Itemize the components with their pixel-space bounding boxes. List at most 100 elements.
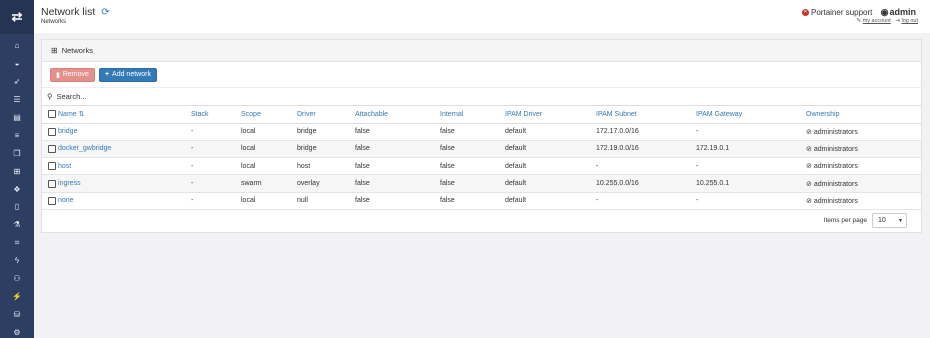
column-name[interactable]: Name ⇅ [58,106,191,124]
sidebar-item-16[interactable]: ⚙ [0,323,34,338]
refresh-icon[interactable]: ⟳ [101,7,109,18]
cell-ownership: ⊘ administrators [806,140,921,159]
sidebar-item-1[interactable]: ◒ [0,55,34,73]
log-out-link[interactable]: log out [901,18,918,24]
eye-slash-icon: ⊘ [806,163,812,171]
exchange-icon[interactable]: ⇄ [12,9,23,25]
cell-subnet: - [596,192,696,210]
search-input[interactable] [56,92,357,101]
column-ipam-gateway[interactable]: IPAM Gateway [696,106,806,124]
cell-name: bridge [58,123,191,141]
items-per-page-select[interactable]: 10 ▼ [872,213,907,228]
cell-driver: bridge [297,123,355,141]
pagination: Items per page 10 ▼ [824,213,907,228]
add-network-label: Add network [112,71,151,78]
sidebar-toggle[interactable]: ⇄ [0,0,34,34]
cell-stack: - [191,157,241,176]
rocket-icon: ➶ [13,77,21,87]
cell-ipam-driver: default [505,140,596,159]
row-checkbox[interactable] [48,179,56,188]
cell-value: administrators [813,128,858,136]
column-ownership[interactable]: Ownership [806,106,921,124]
column-internal[interactable]: Internal [440,106,505,124]
cell-gateway: 172.19.0.1 [696,140,806,159]
user-label: admin [889,7,916,17]
cell-value: local [241,197,256,205]
row-checkbox[interactable] [48,144,56,153]
row-checkbox[interactable] [48,127,56,136]
sidebar-item-15[interactable]: ⛁ [0,305,34,323]
cell-scope: local [241,192,297,210]
row-select-cell [42,174,58,193]
sort-icon: ⇅ [78,111,85,119]
network-name-link[interactable]: docker_gwbridge [58,145,111,152]
cell-value: - [696,162,699,170]
cell-stack: - [191,174,241,193]
server-icon: ▤ [13,113,21,122]
sidebar-item-2[interactable]: ➶ [0,73,34,91]
column-name-label: Name [58,111,77,119]
cell-attachable: false [355,157,440,176]
page-title-text: Network list [41,6,96,18]
sidebar-item-13[interactable]: ⚇ [0,270,34,288]
add-network-button[interactable]: + Add network [98,67,157,82]
sidebar-item-10[interactable]: ⚗ [0,216,34,234]
sidebar-item-11[interactable]: ⌗ [0,234,34,252]
column-ipam-subnet[interactable]: IPAM Subnet [596,106,696,124]
cell-stack: - [191,123,241,141]
row-checkbox[interactable] [48,162,56,171]
table-row: bridge - local bridge false false default 172.1… [42,123,921,141]
networks-table: Name ⇅ Stack Scope Driver Attachable Int… [42,106,921,210]
eye-slash-icon: ⊘ [806,197,812,205]
remove-button[interactable]: ▮ Remove [50,67,95,82]
network-name-link[interactable]: bridge [58,128,77,135]
row-checkbox[interactable] [48,196,56,205]
column-stack[interactable]: Stack [191,106,241,124]
cell-scope: local [241,157,297,176]
support-link[interactable]: ✕ Portainer support [802,8,875,17]
cell-attachable: false [355,192,440,210]
sidebar-item-14[interactable]: ⚡ [0,287,34,305]
cell-value: overlay [297,180,320,188]
networks-panel: ⊞ Networks ▮Remove +Add network ⚲ Name ⇅… [41,39,922,233]
network-name-link[interactable]: none [58,197,74,204]
sidebar-item-5[interactable]: ≡ [0,126,34,144]
sidebar-item-4[interactable]: ▤ [0,109,34,127]
my-account-link[interactable]: my account [863,18,891,24]
network-name-link[interactable]: ingress [58,180,81,187]
table-header-row: Name ⇅ Stack Scope Driver Attachable Int… [42,106,921,124]
cell-value: false [440,180,455,188]
account-links: ✎ my account ⇥ log out [857,18,918,24]
breadcrumb: Networks [41,19,67,25]
panel-title: Networks [61,46,93,55]
row-select-cell [42,192,58,210]
row-select-cell [42,123,58,141]
column-ipam-driver[interactable]: IPAM Driver [505,106,596,124]
cell-value: 172.17.0.0/16 [596,128,639,136]
list-alt-icon: ≡ [14,130,20,140]
column-attachable[interactable]: Attachable [355,106,440,124]
sidebar-item-3[interactable]: ☰ [0,91,34,109]
sidebar-item-6[interactable]: ❐ [0,144,34,162]
cell-value: false [440,197,455,205]
sidebar-item-12[interactable]: ϟ [0,252,34,270]
cell-value: default [505,162,527,170]
network-name-link[interactable]: host [58,163,71,170]
cell-value: swarm [241,180,262,188]
cell-value: - [596,197,599,205]
cell-internal: false [440,123,505,141]
column-driver[interactable]: Driver [297,106,355,124]
sidebar-item-7[interactable]: ⊞ [0,162,34,180]
sidebar-item-8[interactable]: ❖ [0,180,34,198]
sidebar-item-0[interactable]: ⌂ [0,37,34,55]
cell-subnet: 10.255.0.0/16 [596,174,696,193]
dashboard-icon: ◒ [14,59,20,69]
cell-value: local [241,128,256,136]
column-scope[interactable]: Scope [241,106,297,124]
select-all-checkbox[interactable] [48,110,56,119]
sidebar-item-9[interactable]: ▯ [0,198,34,216]
cell-value: default [505,128,527,136]
row-select-cell [42,140,58,159]
remove-label: Remove [62,71,89,78]
cell-value: bridge [297,145,317,153]
